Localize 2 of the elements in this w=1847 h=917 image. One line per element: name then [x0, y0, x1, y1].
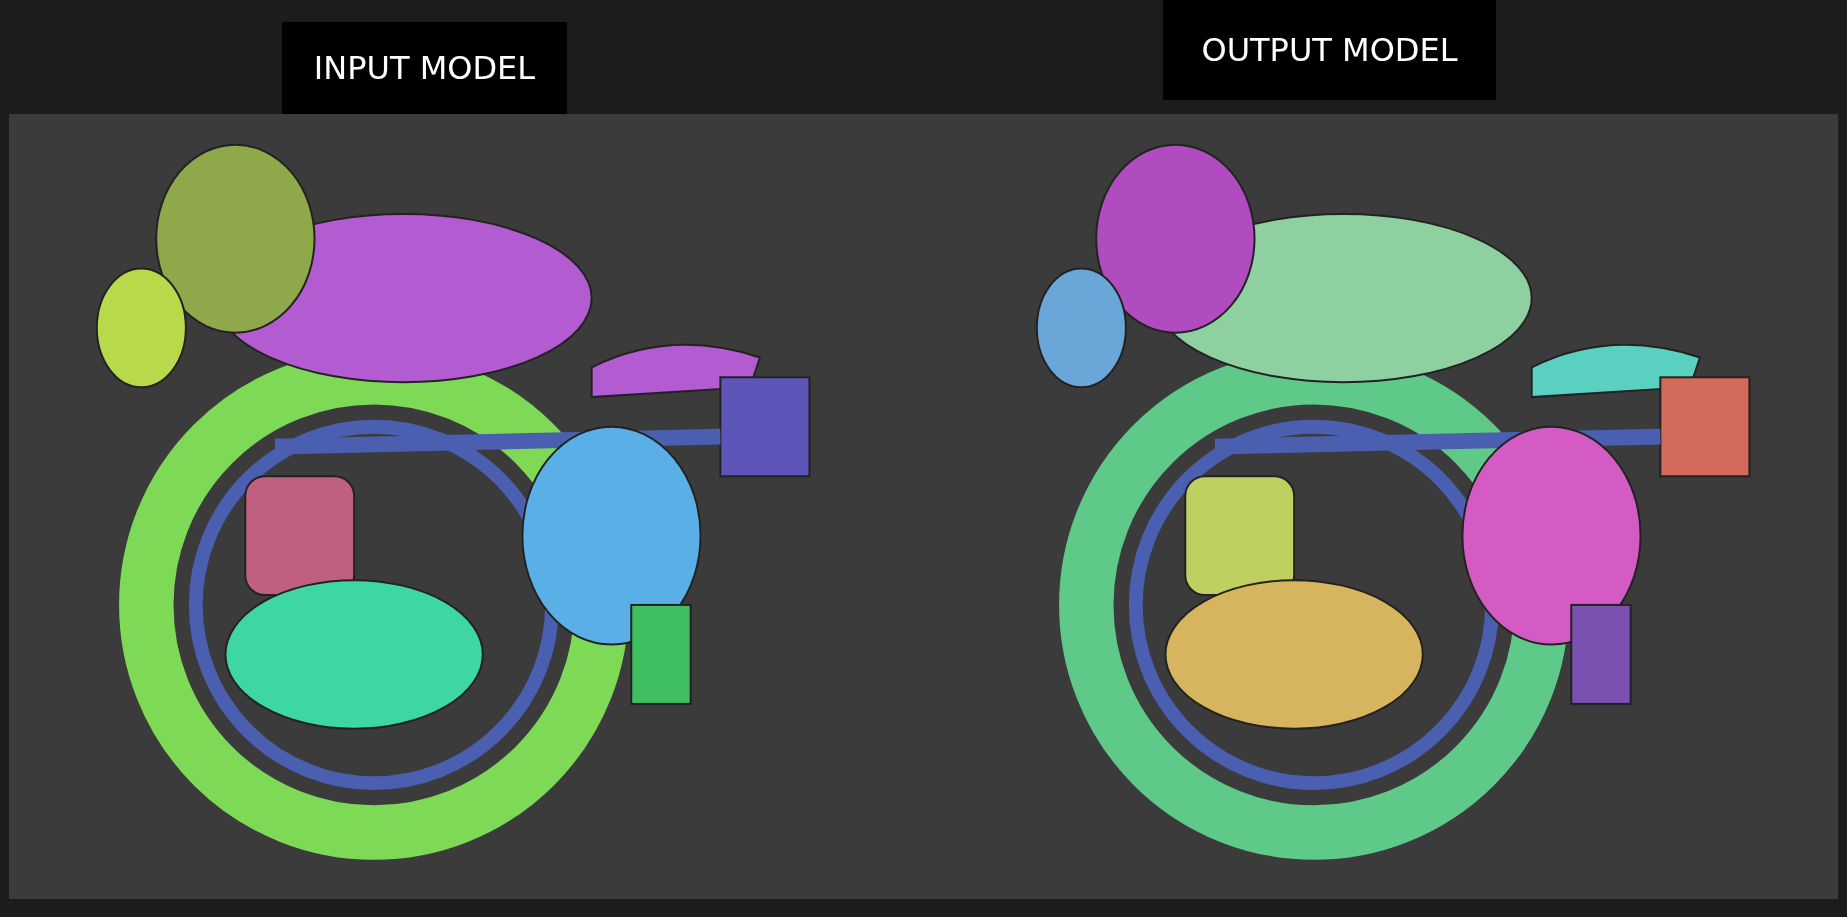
output-model-label: OUTPUT MODEL: [1163, 0, 1496, 100]
input-model-label: INPUT MODEL: [282, 22, 567, 114]
